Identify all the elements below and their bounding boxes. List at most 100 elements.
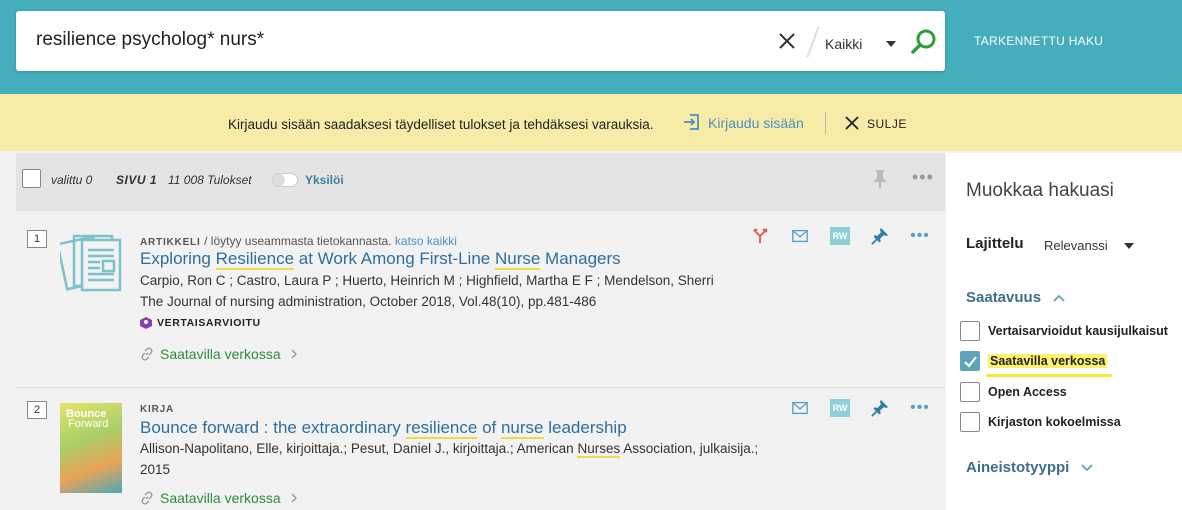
title-text: at Work Among First-Line [294,249,495,268]
refworks-icon[interactable]: RW [830,398,850,418]
see-all-link[interactable]: katso kaikki [395,234,457,248]
result-title-link[interactable]: Bounce forward : the extraordinary resil… [140,418,627,439]
refine-sidebar: Muokkaa hakuasi Lajittelu Relevanssi Saa… [946,153,1182,510]
facet-label: Saatavilla verkossa [988,354,1108,368]
result-number: 1 [27,230,47,248]
refworks-label: RW [830,399,850,417]
facet-checkbox[interactable] [960,382,980,402]
advanced-search-link[interactable]: TARKENNETTU HAKU [974,34,1103,48]
result-source-text: / löytyy useammasta tietokannasta. [204,234,392,248]
result-year: 2015 [140,462,171,477]
search-box: Kaikki [16,11,945,71]
title-text: Bounce forward : the extraordinary [140,418,406,437]
select-all-checkbox[interactable] [22,169,41,188]
title-highlight: nurse [500,418,544,439]
close-icon[interactable] [845,116,859,130]
sidebar-title: Muokkaa hakuasi [966,180,1114,201]
article-icon [60,234,122,292]
selected-count: valittu 0 [51,173,93,187]
peer-review-icon [140,317,152,329]
personalize-label[interactable]: Yksilöi [305,173,344,187]
search-header: Kaikki TARKENNETTU HAKU [0,0,1182,94]
result-authors: Allison-Napolitano, Elle, kirjoittaja.; … [140,441,759,458]
login-banner: Kirjaudu sisään saadaksesi täydelliset t… [0,94,1182,151]
facet-checkbox-checked[interactable] [960,351,980,371]
search-input[interactable] [36,29,736,51]
peer-reviewed-label: VERTAISARVIOITU [157,317,261,329]
results-toolbar: valittu 0 SIVU 1 11 008 Tulokset Yksilöi… [16,153,945,211]
authors-text: Association, julkaisija.; [620,441,759,456]
availability-label: Saatavilla verkossa [160,490,281,506]
personalize-toggle[interactable] [272,173,298,187]
material-type-section-toggle[interactable]: Aineistotyyppi [966,459,1093,476]
title-highlight: Nurse [494,249,541,270]
chevron-right-icon [291,349,297,359]
caret-down-icon [886,41,897,47]
result-type-label: ARTIKKELI [140,237,201,248]
search-scope-select[interactable]: Kaikki [825,36,897,52]
toggle-knob [273,174,285,186]
title-highlight: Resilience [215,249,295,270]
sort-value: Relevanssi [1044,238,1108,253]
email-icon[interactable] [790,226,810,246]
facet-label: Vertaisarvioidut kausijulkaisut [988,324,1168,338]
clear-search-icon[interactable] [776,30,798,52]
facet-checkbox[interactable] [960,412,980,432]
facet-checkbox[interactable] [960,321,980,341]
authors-highlight: Nurses [577,441,621,458]
facet-available-online[interactable]: Saatavilla verkossa [960,351,1108,371]
banner-divider [825,112,826,134]
available-online-link[interactable]: Saatavilla verkossa [140,346,299,362]
chevron-down-icon [1081,463,1093,471]
result-item: 1 ARTIKKELI / löytyy useammasta tietokan… [16,218,945,388]
title-highlight: resilience [405,418,478,439]
result-publication: The Journal of nursing administration, O… [140,294,597,309]
more-options-icon[interactable]: ••• [912,167,934,188]
email-icon[interactable] [790,398,810,418]
result-actions: RW ••• [770,398,930,418]
result-number: 2 [27,401,47,419]
facet-label: Open Access [988,385,1067,399]
more-actions-icon[interactable]: ••• [910,226,930,246]
title-text: Exploring [140,249,216,268]
login-link[interactable]: Kirjaudu sisään [708,115,804,131]
availability-label: Saatavilla verkossa [160,346,281,362]
refworks-icon[interactable]: RW [830,226,850,246]
highlight-marker [986,374,1112,377]
book-cover-image[interactable]: Bounce Forward [60,403,122,493]
pin-record-icon[interactable] [870,226,890,246]
checkmark-icon [964,356,977,368]
material-type-label: Aineistotyyppi [966,459,1070,476]
facet-open-access[interactable]: Open Access [960,382,1067,402]
close-banner-button[interactable]: SULJE [867,117,907,131]
authors-text: Allison-Napolitano, Elle, kirjoittaja.; … [140,441,578,456]
more-actions-icon[interactable]: ••• [910,398,930,418]
citation-trail-icon[interactable] [750,226,770,246]
banner-message: Kirjaudu sisään saadaksesi täydelliset t… [228,117,654,132]
sign-in-icon[interactable] [683,113,701,131]
link-icon [141,491,153,505]
result-authors: Carpio, Ron C ; Castro, Laura P ; Huerto… [140,273,714,288]
cover-subtitle: Forward [68,418,109,430]
result-item: 2 Bounce Forward KIRJA Bounce forward : … [16,389,945,510]
result-actions: RW ••• [730,226,930,246]
availability-section-toggle[interactable]: Saatavuus [966,289,1065,306]
search-icon[interactable] [909,27,939,57]
facet-label: Kirjaston kokoelmissa [988,415,1121,429]
pin-record-icon[interactable] [870,398,890,418]
sort-select[interactable]: Relevanssi [1044,238,1134,253]
result-type: ARTIKKELI / löytyy useammasta tietokanna… [140,234,457,248]
sort-label: Lajittelu [966,235,1024,252]
pin-icon[interactable] [872,169,888,189]
chevron-up-icon [1053,294,1065,302]
availability-section-label: Saatavuus [966,289,1042,306]
available-online-link[interactable]: Saatavilla verkossa [140,490,299,506]
facet-library-collections[interactable]: Kirjaston kokoelmissa [960,412,1121,432]
title-text: Managers [540,249,621,268]
result-title-link[interactable]: Exploring Resilience at Work Among First… [140,249,621,270]
facet-peer-reviewed[interactable]: Vertaisarvioidut kausijulkaisut [960,321,1168,341]
title-text: of [477,418,501,437]
page-indicator: SIVU 1 [116,173,158,187]
search-scope-value: Kaikki [825,36,863,52]
title-text: leadership [543,418,627,437]
